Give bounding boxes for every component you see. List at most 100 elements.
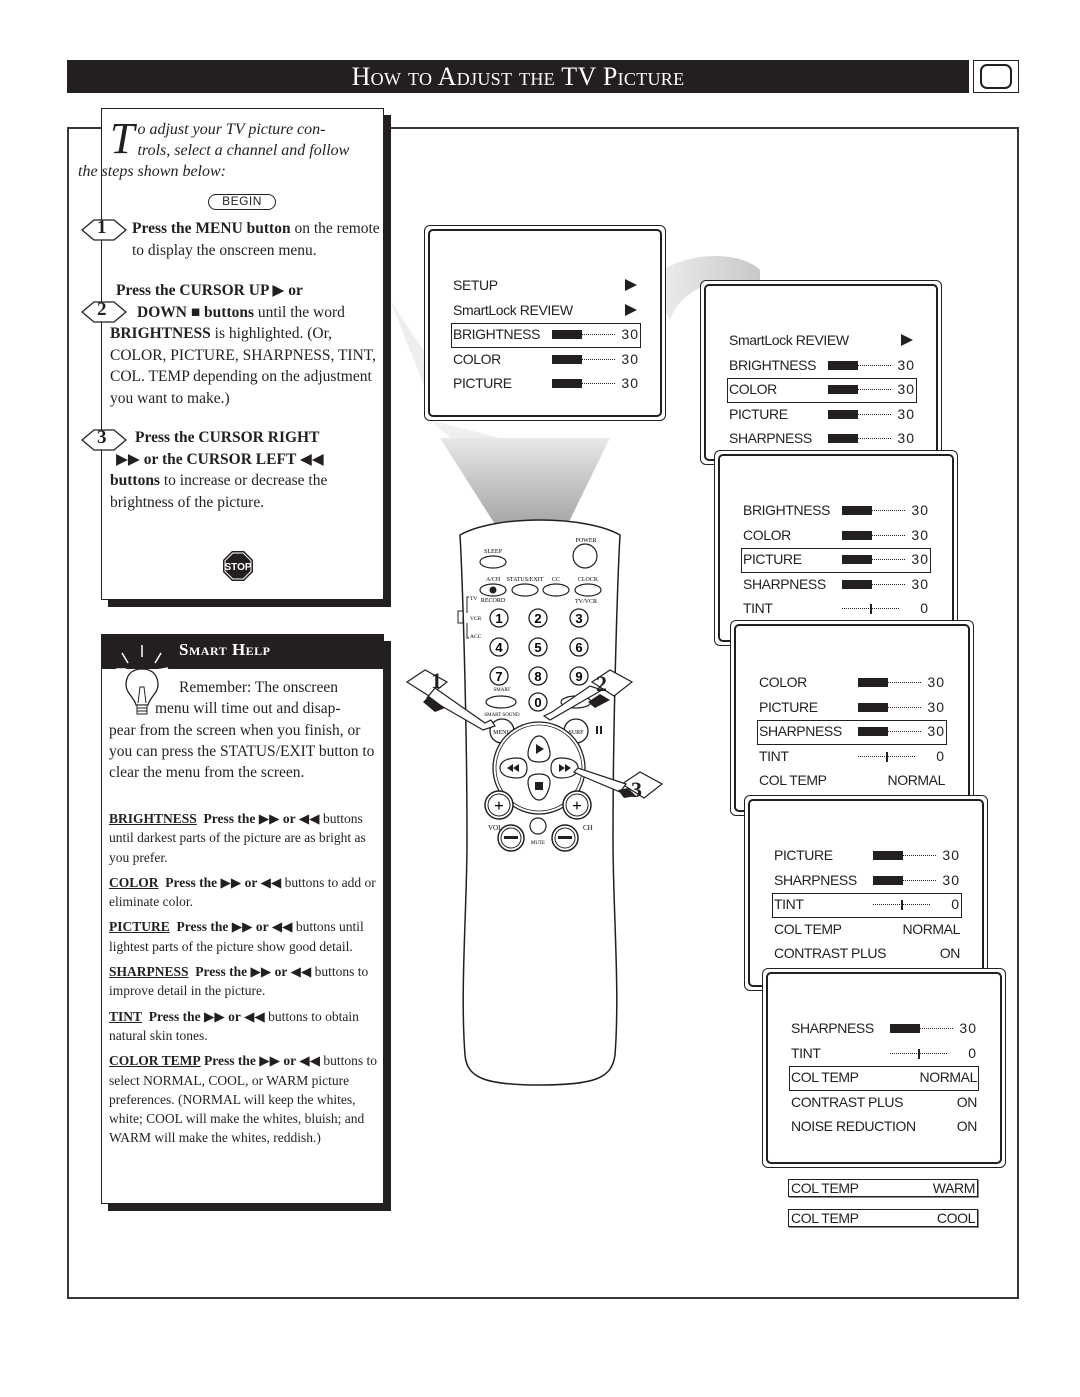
submenu-arrow-icon — [901, 334, 913, 346]
menu-item-sharpness[interactable]: SHARPNESS 30 — [757, 720, 947, 745]
adjustment-tips: BRIGHTNESS Press the ▶▶ or ◀◀ buttons un… — [109, 809, 383, 1154]
menu-item-label: PICTURE — [453, 375, 512, 391]
menu-item-picture[interactable]: PICTURE 30 — [727, 403, 917, 428]
level-bar-fill — [828, 434, 859, 443]
level-bar — [828, 360, 898, 370]
menu-item-value: 30 — [897, 356, 915, 373]
tip-brightness: BRIGHTNESS Press the ▶▶ or ◀◀ buttons un… — [109, 811, 366, 865]
level-bar-remaining — [888, 731, 921, 733]
menu-item-brightness[interactable]: BRIGHTNESS 30 — [451, 323, 641, 348]
level-bar-fill — [858, 702, 889, 712]
menu-item-sharpness[interactable]: SHARPNESS 30 — [727, 427, 917, 452]
menu-item-label: TINT — [791, 1044, 821, 1061]
menu-item-tint[interactable]: TINT 0 — [741, 597, 931, 622]
menu-item-tint[interactable]: TINT 0 — [772, 893, 962, 918]
slider-marker — [869, 604, 872, 614]
svg-text:SLEEP: SLEEP — [484, 549, 502, 555]
menu-item-label: BRIGHTNESS — [743, 502, 831, 518]
menu-item-contrast-plus[interactable]: CONTRAST PLUS ON — [789, 1091, 979, 1116]
submenu-arrow-icon — [625, 279, 637, 291]
menu-item-tint[interactable]: TINT 0 — [757, 745, 947, 770]
svg-text:2: 2 — [534, 611, 541, 626]
menu-item-picture[interactable]: PICTURE 30 — [741, 548, 931, 573]
intro-dropcap: T — [110, 114, 135, 163]
level-bar-fill — [842, 530, 873, 540]
tip-picture: PICTURE Press the ▶▶ or ◀◀ buttons until… — [109, 919, 364, 954]
stop-sign-icon: STOP — [223, 551, 253, 581]
level-bar-fill — [828, 360, 859, 370]
menu-item-label: PICTURE — [774, 847, 833, 863]
level-bar — [842, 530, 912, 540]
menu-item-sharpness[interactable]: SHARPNESS 30 — [741, 573, 931, 598]
menu-item-sharpness[interactable]: SHARPNESS 30 — [789, 1017, 979, 1042]
menu-item-label: PICTURE — [759, 698, 818, 715]
level-bar-remaining — [920, 1028, 953, 1030]
mute-button — [529, 817, 547, 835]
level-bar — [842, 506, 912, 515]
menu-item-tint[interactable]: TINT 0 — [789, 1042, 979, 1067]
menu-item-value: 30 — [942, 847, 960, 863]
menu-item-label: TINT — [743, 600, 773, 616]
tip-color: COLOR Press the ▶▶ or ◀◀ buttons to add … — [109, 874, 376, 910]
menu-item-color[interactable]: COLOR 30 — [741, 524, 931, 549]
menu-item-label: COLOR — [453, 350, 501, 367]
menu-item-picture[interactable]: PICTURE 30 — [772, 844, 962, 869]
menu-item-label: COL TEMP — [759, 772, 827, 788]
begin-label: BEGIN — [208, 194, 276, 210]
menu-screen-6: SHARPNESS 30 TINT 0 COL TEMP NORMAL CONTRAST P… — [762, 968, 1006, 1168]
menu-item-noise-reduction[interactable]: NOISE REDUCTION ON — [789, 1115, 979, 1140]
menu-item-color[interactable]: COLOR 30 — [727, 378, 917, 403]
menu-item-label: CONTRAST PLUS — [774, 945, 887, 961]
menu-item-col-temp[interactable]: COL TEMP NORMAL — [789, 1066, 979, 1091]
menu-item-value: 30 — [927, 723, 945, 739]
center-slider — [873, 900, 943, 910]
menu-item-label: SmartLock REVIEW — [729, 332, 849, 348]
step-3-number: 3 — [97, 427, 107, 448]
level-bar-fill — [552, 379, 583, 388]
menu-item-col-temp[interactable]: COL TEMP NORMAL — [757, 769, 947, 794]
callout-1-number: 1 — [431, 668, 442, 693]
menu-item-value: 0 — [920, 600, 929, 616]
menu-item-value: NORMAL — [919, 1069, 978, 1085]
level-bar — [552, 379, 622, 388]
level-bar-fill — [842, 506, 873, 515]
level-bar-fill — [552, 354, 583, 364]
menu-item-label: SHARPNESS — [729, 430, 812, 446]
step-2-number: 2 — [97, 299, 107, 320]
menu-item-label: SHARPNESS — [743, 575, 826, 592]
menu-item-value: NORMAL — [902, 920, 961, 937]
menu-item-contrast-plus[interactable]: CONTRAST PLUS ON — [772, 942, 962, 967]
menu-item-value: NORMAL — [887, 772, 946, 788]
level-bar-remaining — [903, 855, 936, 857]
menu-item-color[interactable]: COLOR 30 — [757, 671, 947, 696]
menu-item-brightness[interactable]: BRIGHTNESS 30 — [741, 499, 931, 524]
svg-text:VCR: VCR — [470, 616, 482, 622]
menu-item-label: TINT — [774, 896, 804, 912]
level-bar-fill — [890, 1024, 921, 1033]
callout-2-number: 2 — [596, 671, 607, 696]
level-bar-remaining — [582, 383, 615, 385]
menu-item-smartlock-review[interactable]: SmartLock REVIEW — [727, 329, 917, 354]
menu-item-label: SHARPNESS — [791, 1020, 874, 1036]
level-bar-remaining — [858, 364, 891, 367]
slider-marker — [917, 1048, 920, 1059]
menu-screen-3: BRIGHTNESS 30 COLOR 30 PICTURE 30 SHARPNESS 30 T… — [714, 450, 958, 646]
level-bar — [552, 330, 622, 339]
level-bar — [858, 702, 928, 712]
step-3-text: Press the CURSOR RIGHT ▶▶ or the CURSOR … — [110, 429, 328, 511]
callout-1-pointer — [405, 669, 496, 731]
level-bar-remaining — [858, 413, 891, 416]
menu-item-picture[interactable]: PICTURE 30 — [451, 372, 641, 397]
menu-item-value: 30 — [959, 1020, 977, 1036]
smart-help-card: Smart Help Remember: The onscreen menu w… — [101, 634, 384, 1204]
menu-item-color[interactable]: COLOR 30 — [451, 348, 641, 373]
menu-item-sharpness[interactable]: SHARPNESS 30 — [772, 869, 962, 894]
menu-item-col-temp[interactable]: COL TEMP NORMAL — [772, 918, 962, 943]
level-bar-remaining — [903, 879, 936, 882]
menu-item-brightness[interactable]: BRIGHTNESS 30 — [727, 354, 917, 379]
center-slider — [842, 604, 912, 614]
menu-item-setup[interactable]: SETUP — [451, 274, 641, 299]
menu-item-picture[interactable]: PICTURE 30 — [757, 696, 947, 721]
level-bar — [552, 354, 622, 364]
menu-item-smartlock-review[interactable]: SmartLock REVIEW — [451, 299, 641, 324]
